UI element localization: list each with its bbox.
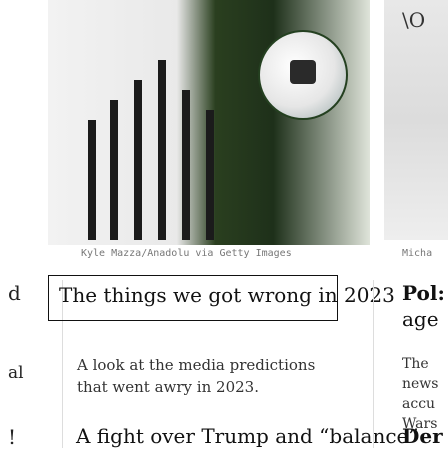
photo-credit: Kyle Mazza/Anadolu via Getty Images <box>81 248 292 259</box>
right-column-partial[interactable]: \O Micha Pol: age The news accu Wars Der <box>374 0 448 448</box>
left-partial-text: al <box>8 363 24 383</box>
right-dek: The news accu Wars <box>402 354 438 434</box>
soccer-ball-image <box>258 30 348 120</box>
right-photo-credit: Micha <box>402 248 433 259</box>
left-partial-text: d <box>8 281 21 305</box>
right-headline-line: age <box>402 307 439 331</box>
right-headline-line: Pol: <box>402 281 445 305</box>
right-dek-line: accu <box>402 396 436 412</box>
right-dek-line: The <box>402 356 429 372</box>
left-partial-text: ! <box>8 425 17 449</box>
photo-fragment-text: \O <box>402 8 426 32</box>
article-dek: A look at the media predictions that wen… <box>77 356 316 396</box>
photo-bars-decoration <box>88 40 238 240</box>
left-column-partial: d al ! <box>0 0 48 449</box>
next-article-headline-link[interactable]: A fight over Trump and “balance” <box>76 424 419 448</box>
right-headline-link[interactable]: Pol: age <box>402 280 445 332</box>
right-dek-line: news <box>402 376 439 392</box>
article-photo[interactable] <box>48 0 370 245</box>
right-next-headline-link[interactable]: Der <box>402 424 443 448</box>
right-article-photo[interactable]: \O <box>384 0 448 240</box>
article-card[interactable]: Kyle Mazza/Anadolu via Getty Images The … <box>48 0 419 448</box>
hero-image[interactable]: Kyle Mazza/Anadolu via Getty Images <box>48 0 374 262</box>
article-headline-link[interactable]: The things we got wrong in 2023 <box>48 275 395 321</box>
